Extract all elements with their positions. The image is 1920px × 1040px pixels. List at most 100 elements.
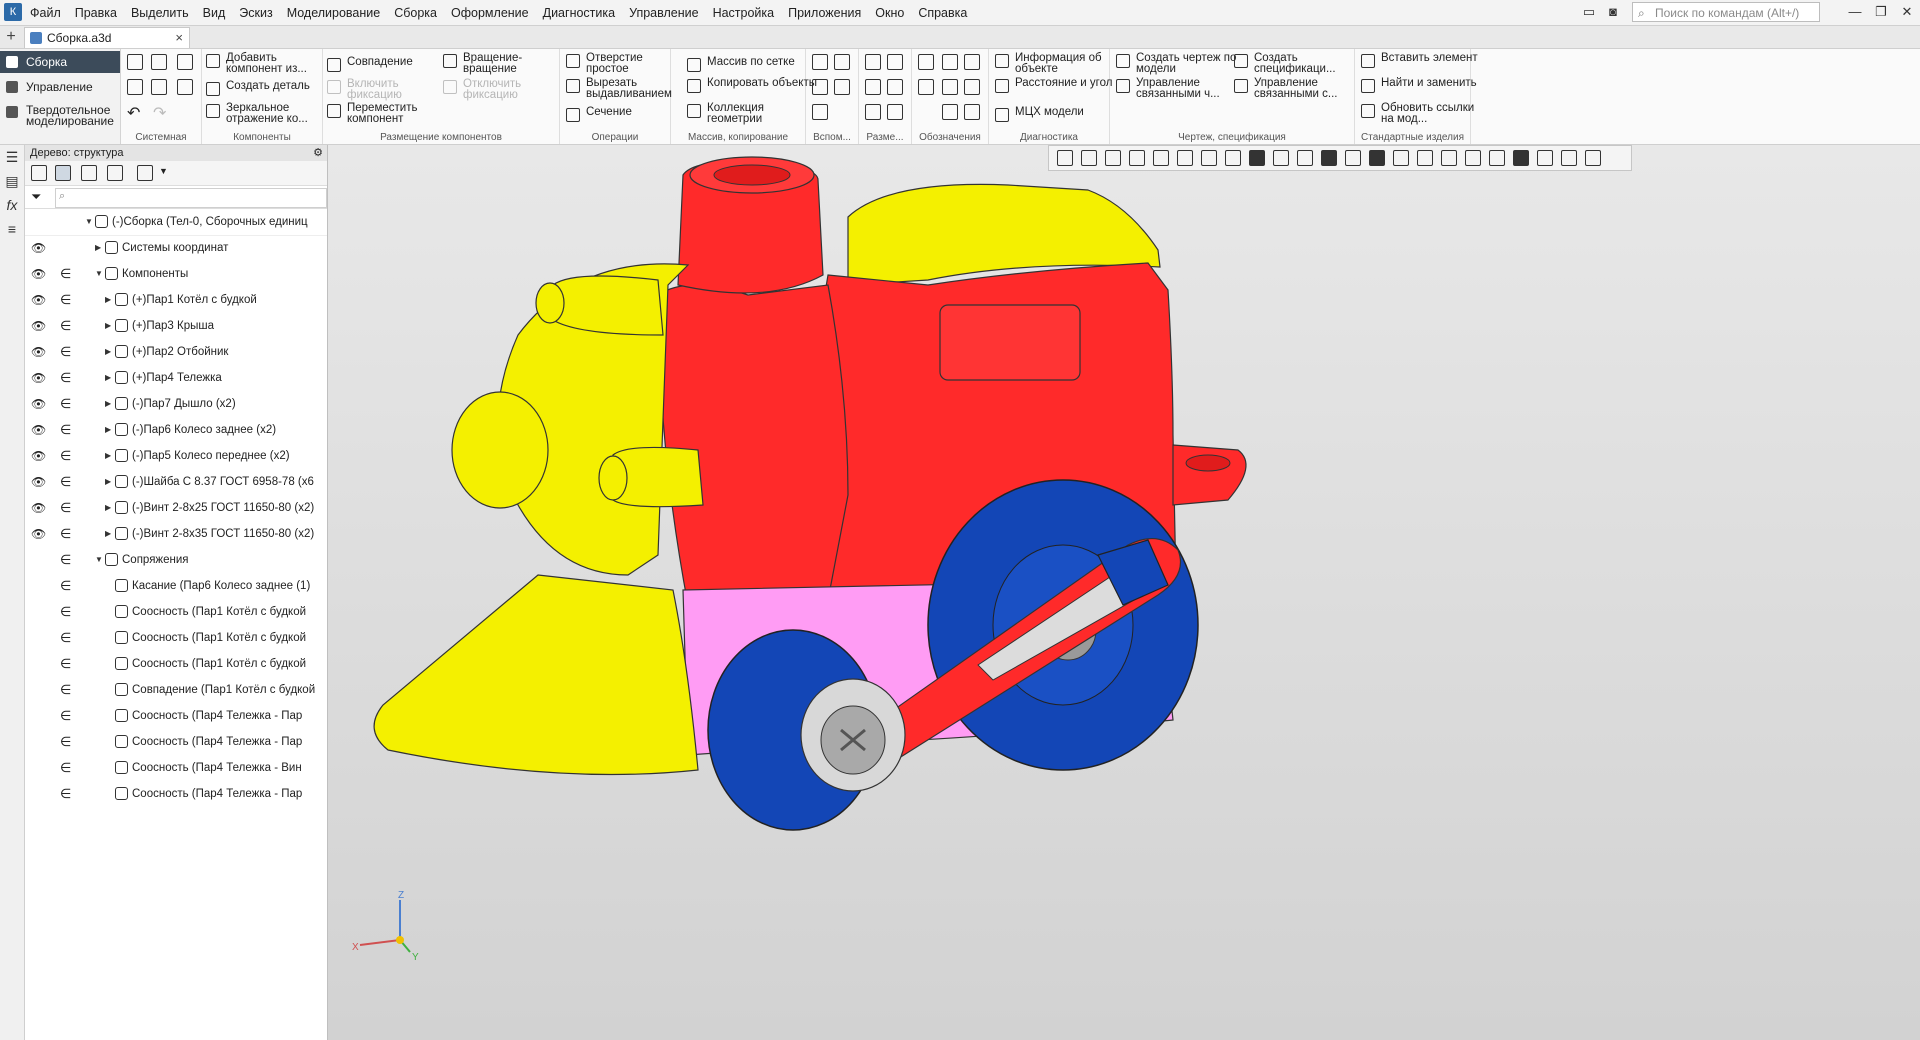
open-file-icon[interactable] xyxy=(151,54,167,70)
expand-arrow-icon[interactable]: ▶ xyxy=(105,339,111,365)
tree-panel-icon[interactable]: ☰ xyxy=(4,149,20,165)
expand-arrow-icon[interactable]: ▼ xyxy=(85,209,93,235)
document-tab[interactable]: Сборка.a3d × xyxy=(24,27,190,48)
mark-icon[interactable] xyxy=(942,79,958,95)
visibility-eye-icon[interactable]: 👁 xyxy=(31,417,47,443)
grid-array-button[interactable]: Массив по сетке xyxy=(687,56,819,72)
tree-row[interactable]: ∈ Соосность (Пар4 Тележка - Пар xyxy=(25,781,327,807)
include-in-spec-icon[interactable]: ∈ xyxy=(60,495,72,521)
tree-row[interactable]: ∈ Соосность (Пар4 Тележка - Пар xyxy=(25,703,327,729)
disable-fixation-button[interactable]: Отключить фиксацию xyxy=(443,78,563,101)
include-in-spec-icon[interactable]: ∈ xyxy=(60,443,72,469)
auto-dimension-icon[interactable] xyxy=(887,104,903,120)
copy-objects-button[interactable]: Копировать объекты xyxy=(687,77,819,93)
simple-hole-button[interactable]: Отверстие простое xyxy=(566,52,686,75)
panel-toggle-icon[interactable]: ▭ xyxy=(1578,3,1600,21)
menu-item[interactable]: Приложения xyxy=(788,6,861,20)
tree-search-input[interactable]: ⌕ xyxy=(55,188,327,208)
distance-angle-button[interactable]: Расстояние и угол xyxy=(995,77,1125,93)
boiler-part[interactable] xyxy=(657,284,849,606)
include-in-spec-icon[interactable]: ∈ xyxy=(60,625,72,651)
create-part-button[interactable]: Создать деталь xyxy=(206,80,336,96)
expand-arrow-icon[interactable]: ▶ xyxy=(105,287,111,313)
include-in-spec-icon[interactable]: ∈ xyxy=(60,261,72,287)
tree-row[interactable]: ∈ ▼ Сопряжения xyxy=(25,547,327,573)
expand-arrow-icon[interactable]: ▶ xyxy=(105,469,111,495)
locomotive-model[interactable]: Z X Y xyxy=(328,145,1920,1040)
cut-extrude-button[interactable]: Вырезать выдавливанием xyxy=(566,77,686,100)
view-settings-icon[interactable]: ◙ xyxy=(1602,3,1624,21)
app-logo-icon[interactable]: К xyxy=(4,3,22,21)
text-icon[interactable] xyxy=(942,104,958,120)
expand-arrow-icon[interactable]: ▶ xyxy=(105,521,111,547)
tree-row[interactable]: 👁 ∈ ▶ (+)Пар3 Крыша xyxy=(25,313,327,339)
plane-icon[interactable] xyxy=(812,54,828,70)
tolerance-icon[interactable] xyxy=(918,79,934,95)
include-in-spec-icon[interactable]: ∈ xyxy=(60,313,72,339)
tree-row[interactable]: 👁 ∈ ▶ (-)Винт 2-8x25 ГОСТ 11650-80 (x2) xyxy=(25,495,327,521)
expand-arrow-icon[interactable]: ▶ xyxy=(105,365,111,391)
tree-row[interactable]: ∈ Соосность (Пар1 Котёл с будкой xyxy=(25,651,327,677)
visibility-eye-icon[interactable]: 👁 xyxy=(31,391,47,417)
manage-linked-drawings-button[interactable]: Управление связанными ч... xyxy=(1116,77,1246,100)
diameter-dimension-icon[interactable] xyxy=(887,54,903,70)
layers-icon[interactable]: ≡ xyxy=(4,221,20,237)
expand-arrow-icon[interactable]: ▶ xyxy=(95,235,101,261)
visibility-eye-icon[interactable]: 👁 xyxy=(31,339,47,365)
table-icon[interactable] xyxy=(964,104,980,120)
tree-row[interactable]: 👁 ∈ ▶ (+)Пар2 Отбойник xyxy=(25,339,327,365)
close-button[interactable]: ✕ xyxy=(1896,3,1918,21)
include-in-spec-icon[interactable]: ∈ xyxy=(60,781,72,807)
tree-build-order-icon[interactable] xyxy=(55,165,71,181)
expand-arrow-icon[interactable]: ▶ xyxy=(105,443,111,469)
tree-dropdown-icon[interactable]: ▼ xyxy=(159,166,168,176)
visibility-eye-icon[interactable]: 👁 xyxy=(31,235,47,261)
tree-row[interactable]: 👁 ∈ ▶ (+)Пар1 Котёл с будкой xyxy=(25,287,327,313)
visibility-eye-icon[interactable]: 👁 xyxy=(31,469,47,495)
undo-icon[interactable]: ↶ xyxy=(127,103,140,123)
visibility-eye-icon[interactable]: 👁 xyxy=(31,313,47,339)
create-drawing-button[interactable]: Создать чертеж по модели xyxy=(1116,52,1246,75)
leader-icon[interactable] xyxy=(918,54,934,70)
save-icon[interactable] xyxy=(177,54,193,70)
mode-solid-modeling[interactable]: Твердотельное моделирование xyxy=(0,101,120,131)
create-specification-button[interactable]: Создать спецификаци... xyxy=(1234,52,1366,75)
mass-properties-button[interactable]: МЦХ модели xyxy=(995,106,1125,122)
include-in-spec-icon[interactable]: ∈ xyxy=(60,755,72,781)
tree-row[interactable]: 👁 ∈ ▶ (+)Пар4 Тележка xyxy=(25,365,327,391)
tree-row[interactable]: ∈ Соосность (Пар1 Котёл с будкой xyxy=(25,599,327,625)
menu-item[interactable]: Настройка xyxy=(713,6,775,20)
cowcatcher-part[interactable] xyxy=(373,574,699,776)
minimize-button[interactable]: — xyxy=(1844,3,1866,21)
expand-arrow-icon[interactable]: ▼ xyxy=(95,547,103,573)
variables-icon[interactable]: fx xyxy=(4,197,20,213)
expand-arrow-icon[interactable]: ▶ xyxy=(105,417,111,443)
visibility-eye-icon[interactable]: 👁 xyxy=(31,261,47,287)
tree-row[interactable]: ∈ Касание (Пар6 Колесо заднее (1) xyxy=(25,573,327,599)
copy-icon[interactable] xyxy=(151,79,167,95)
menu-item[interactable]: Моделирование xyxy=(287,6,381,20)
include-in-spec-icon[interactable]: ∈ xyxy=(60,729,72,755)
menu-item[interactable]: Оформление xyxy=(451,6,529,20)
update-links-button[interactable]: Обновить ссылки на мод... xyxy=(1361,102,1486,125)
include-in-spec-icon[interactable]: ∈ xyxy=(60,599,72,625)
insert-element-button[interactable]: Вставить элемент xyxy=(1361,52,1486,68)
roughness-icon[interactable] xyxy=(942,54,958,70)
point-icon[interactable] xyxy=(812,79,828,95)
include-in-spec-icon[interactable]: ∈ xyxy=(60,365,72,391)
line-icon[interactable] xyxy=(812,104,828,120)
visibility-eye-icon[interactable]: 👁 xyxy=(31,443,47,469)
include-in-spec-icon[interactable]: ∈ xyxy=(60,651,72,677)
restore-button[interactable]: ❐ xyxy=(1870,3,1892,21)
mode-management[interactable]: Управление xyxy=(0,76,120,98)
arc-dimension-icon[interactable] xyxy=(865,104,881,120)
visibility-eye-icon[interactable]: 👁 xyxy=(31,521,47,547)
visibility-eye-icon[interactable]: 👁 xyxy=(31,365,47,391)
tree-row[interactable]: 👁 ∈ ▶ (-)Пар6 Колесо заднее (x2) xyxy=(25,417,327,443)
menu-item[interactable]: Сборка xyxy=(394,6,437,20)
tree-row[interactable]: 👁 ∈ ▶ (-)Винт 2-8x35 ГОСТ 11650-80 (x2) xyxy=(25,521,327,547)
paste-icon[interactable] xyxy=(177,79,193,95)
visibility-eye-icon[interactable]: 👁 xyxy=(31,287,47,313)
include-in-spec-icon[interactable]: ∈ xyxy=(60,703,72,729)
menu-item[interactable]: Файл xyxy=(30,6,61,20)
